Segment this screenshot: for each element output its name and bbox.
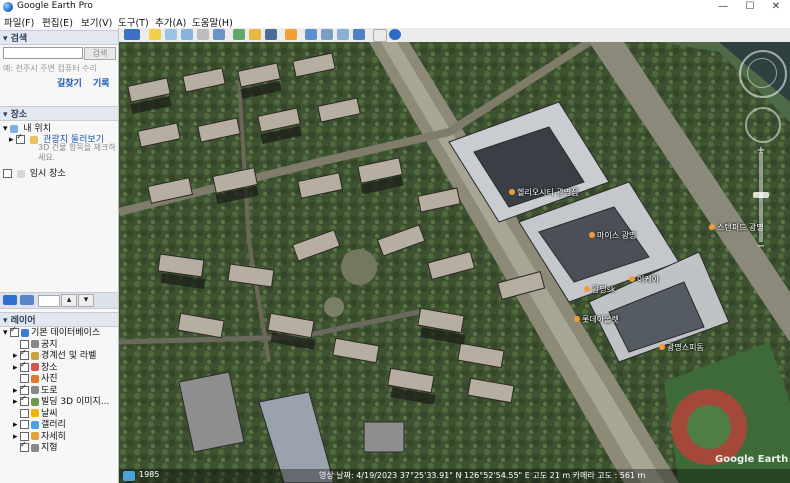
status-year: 1985 [139, 470, 160, 479]
search-button[interactable]: 검색 [84, 47, 116, 60]
toolbar-extra-icon[interactable] [373, 29, 387, 42]
map-place-label[interactable]: 롯데아울렛 [574, 314, 619, 325]
road-icon [31, 386, 39, 394]
more-icon [31, 432, 39, 440]
add-placemark-icon[interactable] [149, 29, 161, 40]
status-bar: 1985 영상 날짜: 4/19/2023 37°25'33.91" N 126… [119, 469, 790, 483]
search-section-header[interactable]: ▾ 검색 [0, 30, 118, 45]
temp-places-item[interactable]: 임시 장소 [3, 166, 66, 179]
move-down-icon[interactable]: ▾ [78, 294, 94, 307]
collapse-arrow-icon[interactable]: ▾ [3, 328, 10, 338]
ruler-icon[interactable] [285, 29, 297, 40]
gallery-icon [31, 420, 39, 429]
folder-icon [16, 169, 25, 178]
historical-imagery-icon[interactable] [233, 29, 245, 40]
email-icon[interactable] [305, 29, 317, 40]
directions-link[interactable]: 길찾기 [57, 76, 82, 89]
globe-view-icon[interactable] [389, 29, 401, 40]
sidebar-toggle-icon[interactable] [20, 295, 34, 305]
map-place-label[interactable]: 이케아 [629, 274, 659, 285]
menu-view[interactable]: 보기(V) [81, 15, 112, 29]
map-place-label[interactable]: 마이스 광명 [589, 230, 636, 241]
notice-icon [31, 340, 39, 348]
menu-add[interactable]: 추가(A) [155, 15, 186, 29]
google-earth-app-icon [3, 2, 13, 12]
menu-help[interactable]: 도움말(H) [192, 15, 233, 29]
weather-icon [31, 409, 39, 417]
menu-file[interactable]: 파일(F) [4, 15, 34, 29]
google-earth-watermark: Google Earth [715, 454, 789, 465]
title-bar: Google Earth Pro — ☐ ✕ [0, 0, 790, 14]
move-up-icon[interactable]: ▴ [61, 294, 77, 307]
menu-edit[interactable]: 편집(E) [42, 15, 73, 29]
record-tour-icon[interactable] [213, 29, 225, 40]
search-header-label: 검색 [10, 34, 28, 44]
minimize-button[interactable]: — [710, 0, 736, 14]
satellite-imagery[interactable] [119, 42, 790, 483]
sidebar: ▾ 검색 검색 예: 천주시 주변 컴퓨터 수리 길찾기 기록 ▾ 장소 ▾ 내… [0, 28, 119, 483]
zoom-slider-thumb[interactable] [753, 192, 769, 198]
photo-icon [31, 374, 39, 383]
building-icon [31, 397, 39, 406]
view-in-maps-icon[interactable] [353, 29, 365, 40]
map-view[interactable]: 광명sk 헬리오시티 광명점 마이스 광명 스탠퍼드 광명 이케아 롯데아울렛 광명스피돔 … [119, 42, 790, 483]
map-place-label[interactable]: 광명스피돔 [659, 342, 704, 353]
look-joystick-icon[interactable] [747, 58, 777, 88]
map-toolbar [119, 28, 790, 43]
sunlight-icon[interactable] [249, 29, 261, 40]
sightseeing-hint: 3D 건물 항목을 체크하세요. [38, 143, 116, 162]
close-button[interactable]: ✕ [763, 0, 789, 14]
collapse-arrow-icon[interactable]: ▾ [3, 124, 8, 134]
historical-imagery-icon [123, 471, 135, 481]
places-filter-box[interactable] [38, 295, 60, 307]
move-joystick-icon[interactable] [745, 107, 781, 143]
place-icon [31, 363, 39, 371]
places-section-header[interactable]: ▾ 장소 [0, 106, 118, 121]
zoom-out-icon[interactable]: − [755, 242, 767, 252]
layer-label: 지형 [41, 443, 58, 453]
borders-icon [31, 351, 39, 360]
maximize-button[interactable]: ☐ [737, 0, 763, 14]
map-place-label[interactable]: 광명sk [584, 284, 616, 295]
search-places-icon[interactable] [3, 295, 17, 305]
map-place-label[interactable]: 스탠퍼드 광명 [709, 222, 764, 233]
layer-checkbox[interactable] [20, 440, 29, 452]
temp-places-checkbox[interactable] [3, 169, 12, 178]
window-title: Google Earth Pro [17, 1, 93, 11]
layer-item[interactable]: 지형 [13, 440, 58, 453]
map-place-label[interactable]: 헬리오시티 광명점 [509, 187, 578, 198]
menu-bar: 파일(F) 편집(E) 보기(V) 도구(T) 추가(A) 도움말(H) [0, 14, 790, 29]
image-overlay-icon[interactable] [197, 29, 209, 40]
sightseeing-checkbox[interactable] [16, 132, 26, 144]
temp-places-label: 임시 장소 [29, 169, 66, 179]
history-link[interactable]: 기록 [93, 76, 110, 89]
status-info: 영상 날짜: 4/19/2023 37°25'33.91" N 126°52'5… [319, 471, 646, 480]
search-placeholder-text: 예: 천주시 주변 컴퓨터 수리 [3, 64, 97, 73]
search-input[interactable] [3, 47, 83, 59]
expand-arrow-icon[interactable]: ▸ [9, 135, 14, 145]
planets-icon[interactable] [265, 29, 277, 40]
zoom-in-icon[interactable]: + [755, 146, 767, 156]
sidebar-toggle-button[interactable] [124, 29, 140, 40]
print-icon[interactable] [321, 29, 333, 40]
add-polygon-icon[interactable] [165, 29, 177, 40]
terrain-icon [31, 443, 39, 452]
menu-tools[interactable]: 도구(T) [118, 15, 149, 29]
places-toolbar: ▴ ▾ [0, 292, 118, 309]
add-path-icon[interactable] [181, 29, 193, 40]
places-header-label: 장소 [10, 110, 28, 120]
globe-icon [21, 328, 29, 337]
save-image-icon[interactable] [337, 29, 349, 40]
